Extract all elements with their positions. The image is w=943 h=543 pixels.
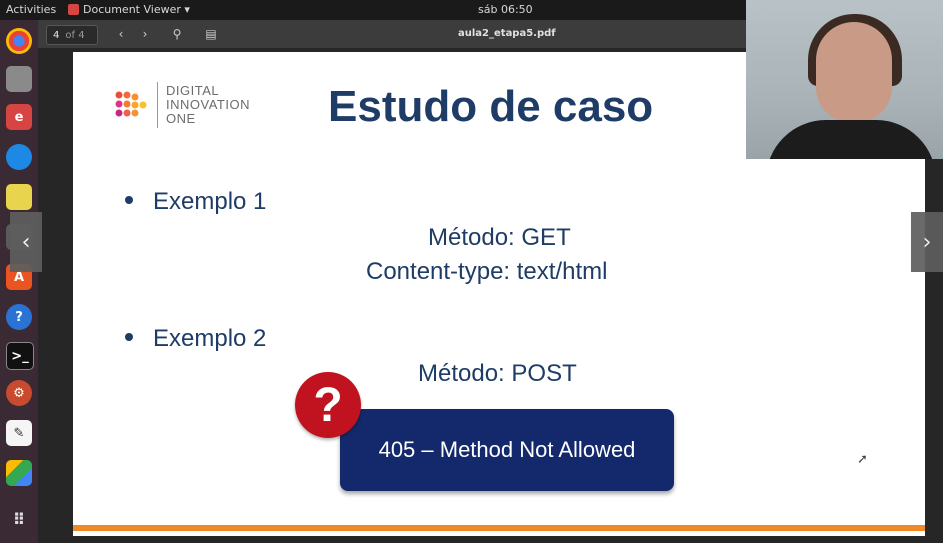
bullet-example-2-text: Exemplo 2 bbox=[153, 325, 267, 352]
document-viewer-icon[interactable]: e bbox=[6, 104, 32, 130]
presenter-face bbox=[816, 22, 892, 122]
app-menu[interactable]: Document Viewer ▾ bbox=[68, 3, 190, 16]
logo-line-2: INNOVATION bbox=[166, 97, 250, 112]
rhythmbox-icon[interactable] bbox=[6, 184, 32, 210]
dock: e A ? >_ ⚙ ✎ ⠿ bbox=[0, 20, 38, 543]
text-editor-icon[interactable]: ✎ bbox=[6, 420, 32, 446]
search-icon[interactable]: ⚲ bbox=[168, 25, 186, 43]
bullet-example-1: Exemplo 1 bbox=[125, 188, 266, 216]
previous-slide-button[interactable]: ‹ bbox=[10, 212, 42, 272]
logo-divider bbox=[157, 82, 158, 128]
app-menu-label: Document Viewer ▾ bbox=[83, 3, 190, 16]
document-viewer-icon bbox=[68, 4, 79, 15]
previous-page-icon[interactable]: ‹ bbox=[112, 25, 130, 43]
document-title: aula2_etapa5.pdf bbox=[458, 28, 556, 39]
files-icon[interactable] bbox=[6, 66, 32, 92]
show-applications-icon[interactable]: ⠿ bbox=[6, 506, 32, 532]
example-2-method: Método: POST bbox=[418, 360, 577, 387]
settings-icon[interactable]: ⚙ bbox=[6, 380, 32, 406]
dio-logo-icon bbox=[115, 91, 147, 117]
bullet-example-2: Exemplo 2 bbox=[125, 325, 266, 353]
mouse-cursor-icon: ➚ bbox=[857, 452, 868, 467]
clock[interactable]: sáb 06:50 bbox=[478, 3, 533, 16]
webcam-overlay bbox=[746, 0, 943, 159]
help-icon[interactable]: ? bbox=[6, 304, 32, 330]
presenter-body bbox=[766, 120, 936, 159]
example-1-method: Método: GET bbox=[428, 224, 571, 251]
slide-title: Estudo de caso bbox=[328, 82, 654, 131]
page-number-field[interactable]: 4 of 4 bbox=[46, 25, 98, 45]
sidebar-toggle-icon[interactable]: ▤ bbox=[202, 25, 220, 43]
activities-button[interactable]: Activities bbox=[6, 3, 56, 16]
slide-footer-bar bbox=[73, 525, 925, 531]
bullet-example-1-text: Exemplo 1 bbox=[153, 188, 267, 215]
bullet-dot bbox=[125, 332, 133, 341]
logo-line-1: DIGITAL bbox=[166, 83, 220, 98]
page-current[interactable]: 4 bbox=[47, 30, 65, 41]
error-label: 405 – Method Not Allowed bbox=[378, 437, 636, 462]
page-total: of 4 bbox=[65, 29, 85, 41]
error-box: 405 – Method Not Allowed bbox=[340, 409, 674, 491]
bullet-dot bbox=[125, 195, 133, 204]
next-slide-button[interactable]: › bbox=[911, 212, 943, 272]
thunderbird-icon[interactable] bbox=[6, 144, 32, 170]
chrome-icon[interactable] bbox=[6, 28, 32, 54]
logo-line-3: ONE bbox=[166, 111, 196, 126]
next-page-icon[interactable]: › bbox=[136, 25, 154, 43]
terminal-icon[interactable]: >_ bbox=[6, 342, 34, 370]
google-drive-icon[interactable] bbox=[6, 460, 32, 486]
question-mark-icon: ? bbox=[295, 372, 361, 438]
dio-logo: DIGITAL INNOVATION ONE bbox=[111, 82, 250, 128]
logo-text: DIGITAL INNOVATION ONE bbox=[166, 84, 250, 126]
example-1-content-type: Content-type: text/html bbox=[366, 258, 608, 285]
